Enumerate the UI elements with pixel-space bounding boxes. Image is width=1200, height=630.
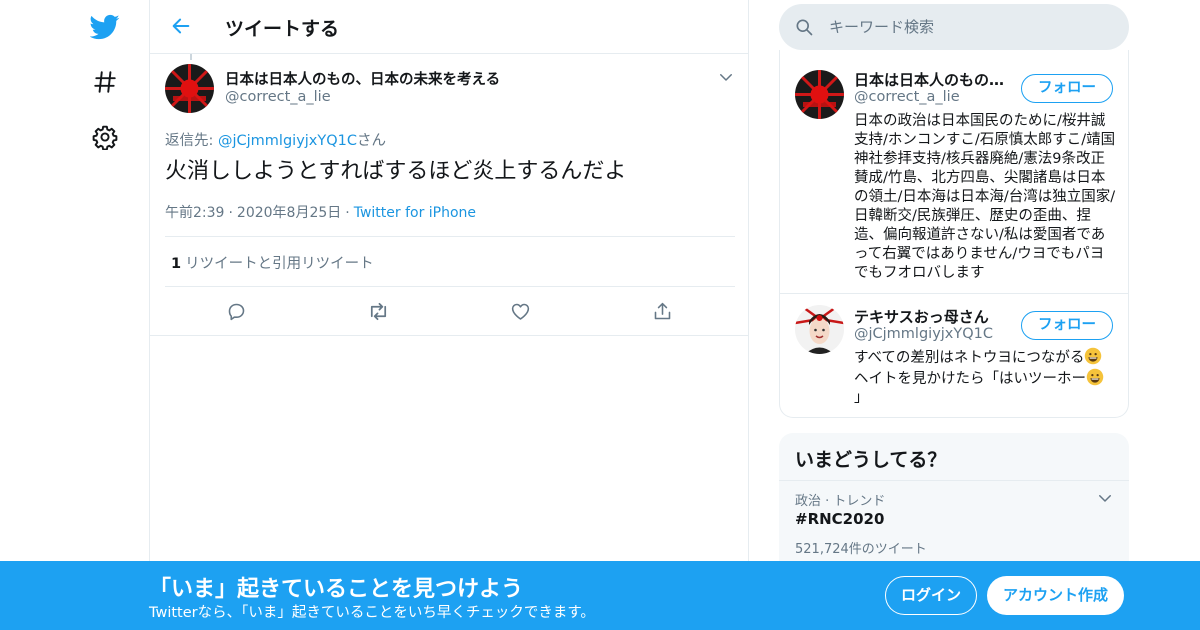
retweet-count: 1 [171, 256, 182, 272]
grinning-face-icon [1085, 347, 1102, 365]
tweet-date[interactable]: 2020年8月25日 [237, 205, 341, 221]
retweet-stats[interactable]: 1 リツイートと引用リツイート [165, 236, 735, 287]
bio-text: 」 [854, 390, 869, 406]
follow-button[interactable]: フォロー [1021, 311, 1113, 340]
page-title: ツイートする [225, 18, 340, 40]
user-handle[interactable]: @jCjmmlgiyjxYQ1C [854, 326, 993, 342]
bio-text: すべての差別はネトウヨにつながる [854, 350, 1085, 366]
avatar[interactable] [795, 305, 844, 354]
signup-button[interactable]: アカウント作成 [987, 576, 1124, 615]
tweet-detail: 日本は日本人のもの、日本の未来を考える @correct_a_lie 返信先: … [150, 54, 748, 336]
share-icon[interactable] [650, 299, 674, 323]
chevron-down-icon[interactable] [717, 68, 735, 86]
user-bio: 日本の政治は日本国民のために/桜井誠支持/ホンコンすこ/石原慎太郎すこ/靖国神社… [854, 113, 1116, 281]
retweet-label: リツイートと引用リツイート [185, 256, 374, 272]
reply-icon[interactable] [224, 299, 248, 323]
grinning-face-icon [1086, 368, 1104, 386]
retweet-icon[interactable] [366, 299, 390, 323]
divider [779, 480, 1129, 481]
login-button[interactable]: ログイン [885, 576, 977, 615]
search-bar[interactable] [779, 4, 1129, 50]
tweet-source[interactable]: Twitter for iPhone [354, 205, 476, 221]
main-header: ツイートする [150, 0, 748, 54]
separator-dot: · [228, 205, 233, 221]
main-column: ツイートする 日本は日本人のもの、日本の未来を考える @correct_a_li… [149, 0, 749, 630]
back-arrow-icon[interactable] [168, 13, 194, 39]
left-navigation [0, 0, 150, 630]
banner-subtitle: Twitterなら、「いま」起きていることをいち早くチェックできます。 [149, 605, 595, 621]
tweet-text: 火消ししようとすればするほど炎上するんだよ [165, 159, 627, 184]
search-icon [794, 17, 814, 37]
author-name[interactable]: 日本は日本人のもの、日本の未来を考える [225, 68, 500, 89]
reply-to-link[interactable]: @jCjmmlgiyjxYQ1C [218, 133, 357, 149]
tweet-meta: 午前2:39 · 2020年8月25日 · Twitter for iPhone [165, 202, 476, 222]
heart-icon[interactable] [508, 299, 532, 323]
banner-title: 「いま」起きていることを見つけよう [149, 577, 524, 602]
thread-connector-line [190, 54, 192, 60]
reply-to-line: 返信先: @jCjmmlgiyjxYQ1Cさん [165, 129, 386, 150]
follow-button[interactable]: フォロー [1021, 74, 1113, 103]
user-handle[interactable]: @correct_a_lie [854, 89, 960, 105]
who-to-follow-panel: 日本は日本人のもの… @correct_a_lie フォロー 日本の政治は日本国… [779, 50, 1129, 418]
user-bio: すべての差別はネトウヨにつながるヘイトを見かけたら「はいツーホー」 [854, 347, 1116, 408]
avatar[interactable] [795, 70, 844, 119]
user-name[interactable]: テキサスおっ母さん [854, 306, 989, 327]
trend-tweet-count: 521,724件のツイート [795, 542, 927, 557]
tweet-time[interactable]: 午前2:39 [165, 205, 224, 221]
trends-title: いまどうしてる？ [795, 449, 947, 471]
user-name[interactable]: 日本は日本人のもの… [854, 69, 1004, 90]
user-suggestion[interactable]: テキサスおっ母さん @jCjmmlgiyjxYQ1C フォロー すべての差別はネ… [780, 295, 1128, 415]
chevron-down-icon[interactable] [1096, 489, 1114, 507]
hashtag-icon[interactable] [88, 65, 122, 99]
gear-icon[interactable] [88, 120, 122, 154]
twitter-bird-icon[interactable] [88, 10, 122, 44]
separator-dot: · [345, 205, 350, 221]
bio-text: ヘイトを見かけたら「はいツーホー [854, 371, 1086, 387]
signup-banner: 「いま」起きていることを見つけよう Twitterなら、「いま」起きていることを… [0, 561, 1200, 630]
trend-category: 政治 · トレンド [795, 494, 886, 509]
reply-suffix: さん [357, 133, 387, 149]
search-input[interactable] [829, 4, 1109, 50]
trend-hashtag[interactable]: #RNC2020 [795, 510, 884, 528]
user-suggestion[interactable]: 日本は日本人のもの… @correct_a_lie フォロー 日本の政治は日本国… [780, 58, 1128, 294]
avatar[interactable] [165, 64, 214, 113]
author-handle[interactable]: @correct_a_lie [225, 89, 331, 105]
reply-prefix: 返信先: [165, 133, 218, 149]
